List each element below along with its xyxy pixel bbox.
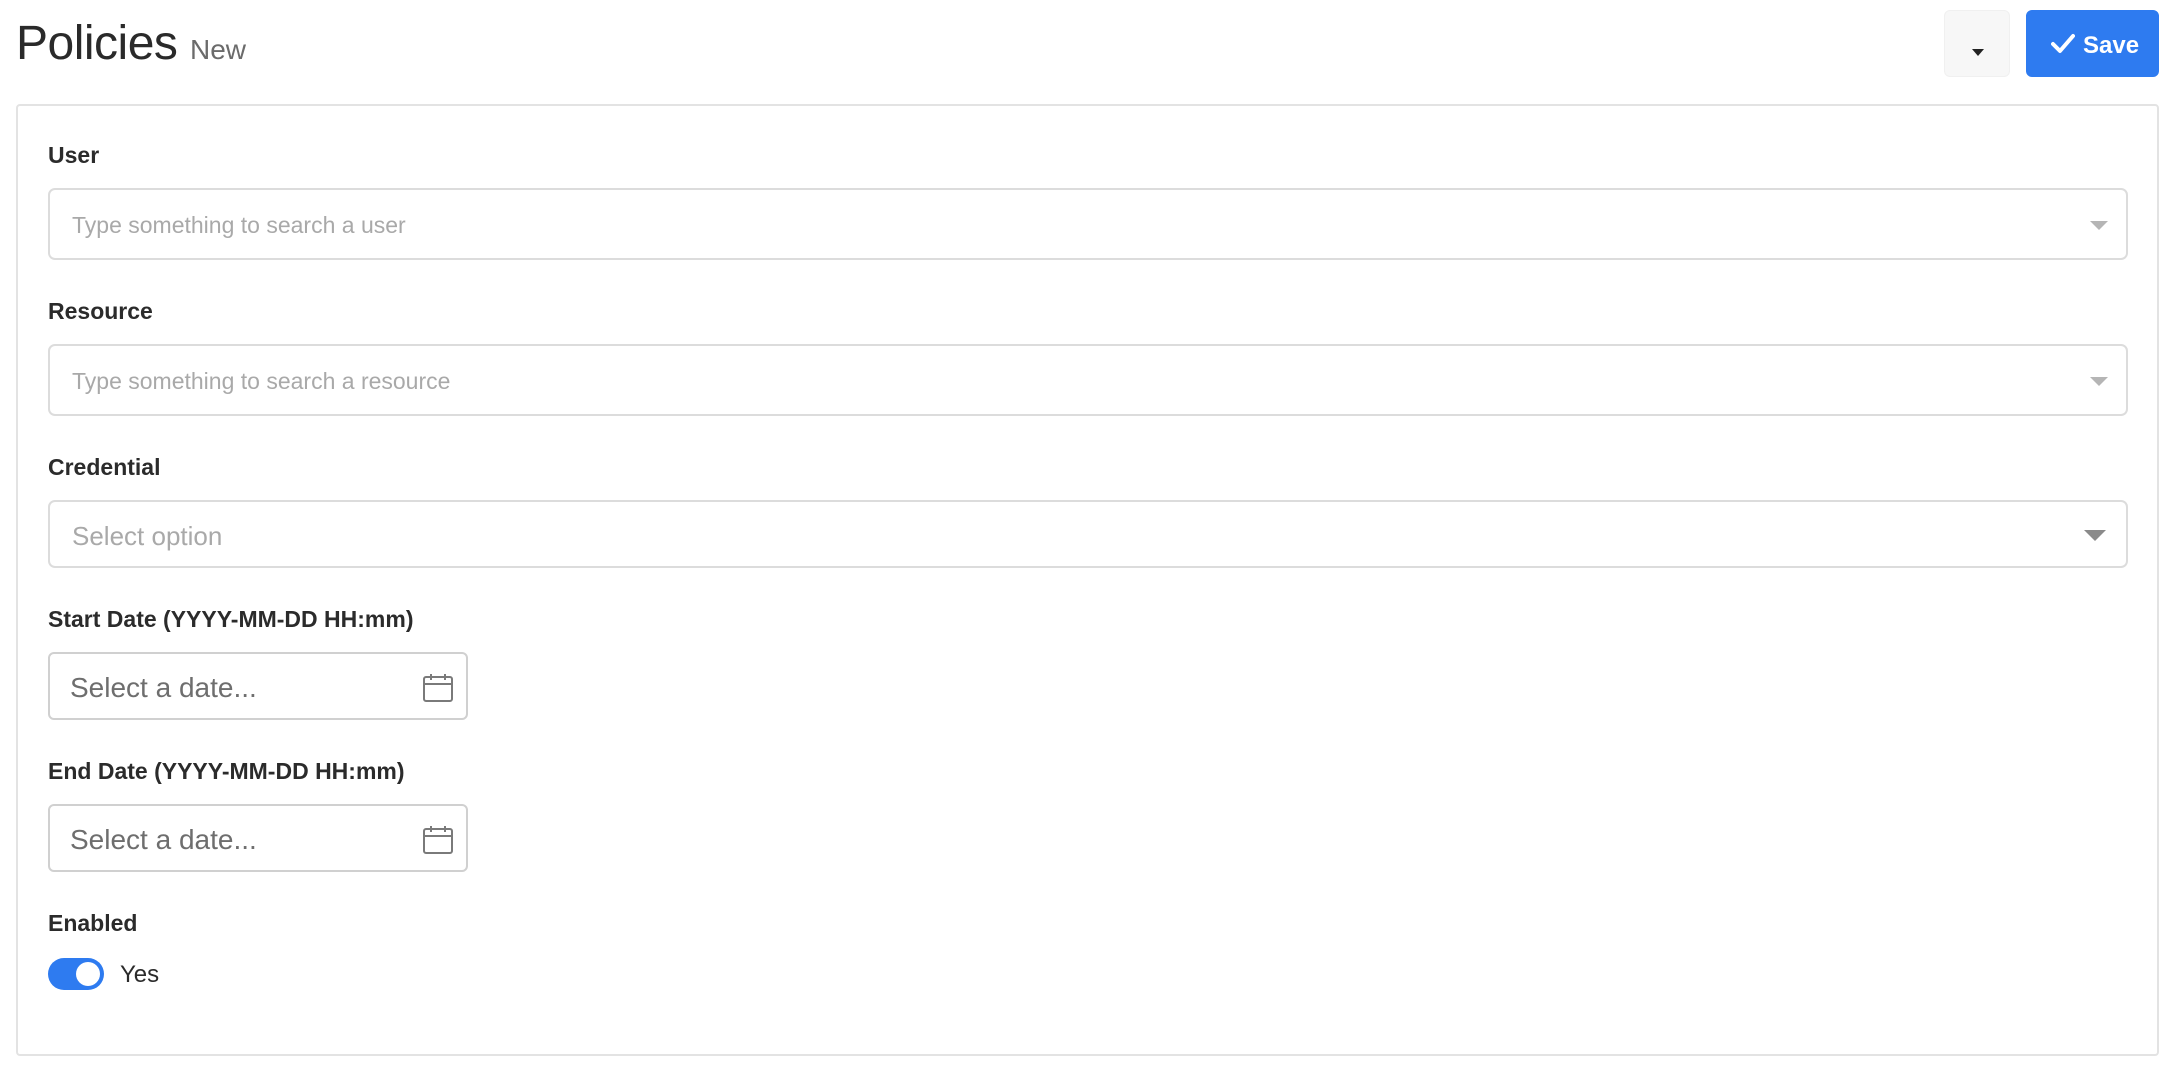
credential-label: Credential (48, 454, 161, 480)
enabled-toggle-label: Yes (120, 961, 160, 988)
start-date-label: Start Date (YYYY-MM-DD HH:mm) (48, 606, 414, 632)
enabled-label: Enabled (48, 910, 138, 936)
more-actions-dropdown-button[interactable] (1944, 10, 2010, 77)
resource-select[interactable]: Type something to search a resource (48, 344, 2128, 416)
page-header: Policies New Save (0, 0, 2174, 100)
caret-down-icon (1972, 49, 1984, 56)
start-date-placeholder: Select a date... (70, 672, 257, 703)
page-subtitle: New (190, 34, 247, 65)
end-date-input[interactable]: Select a date... (48, 804, 468, 872)
resource-label: Resource (48, 298, 153, 324)
chevron-down-icon (2084, 530, 2106, 541)
save-button[interactable]: Save (2026, 10, 2159, 77)
check-icon (2051, 34, 2075, 53)
toggle-knob (76, 962, 100, 986)
calendar-icon (423, 826, 453, 854)
enabled-toggle[interactable] (48, 958, 104, 990)
end-date-placeholder: Select a date... (70, 824, 257, 855)
end-date-label: End Date (YYYY-MM-DD HH:mm) (48, 758, 405, 784)
chevron-down-icon (2090, 221, 2108, 230)
user-select-placeholder: Type something to search a user (72, 212, 406, 238)
credential-select-placeholder: Select option (72, 521, 223, 551)
chevron-down-icon (2090, 377, 2108, 386)
user-select[interactable]: Type something to search a user (48, 188, 2128, 260)
start-date-input[interactable]: Select a date... (48, 652, 468, 720)
calendar-icon (423, 674, 453, 702)
user-label: User (48, 142, 100, 168)
resource-select-placeholder: Type something to search a resource (72, 368, 451, 394)
credential-select[interactable]: Select option (48, 500, 2128, 568)
page-title: Policies (16, 17, 178, 70)
save-button-label: Save (2083, 32, 2140, 59)
